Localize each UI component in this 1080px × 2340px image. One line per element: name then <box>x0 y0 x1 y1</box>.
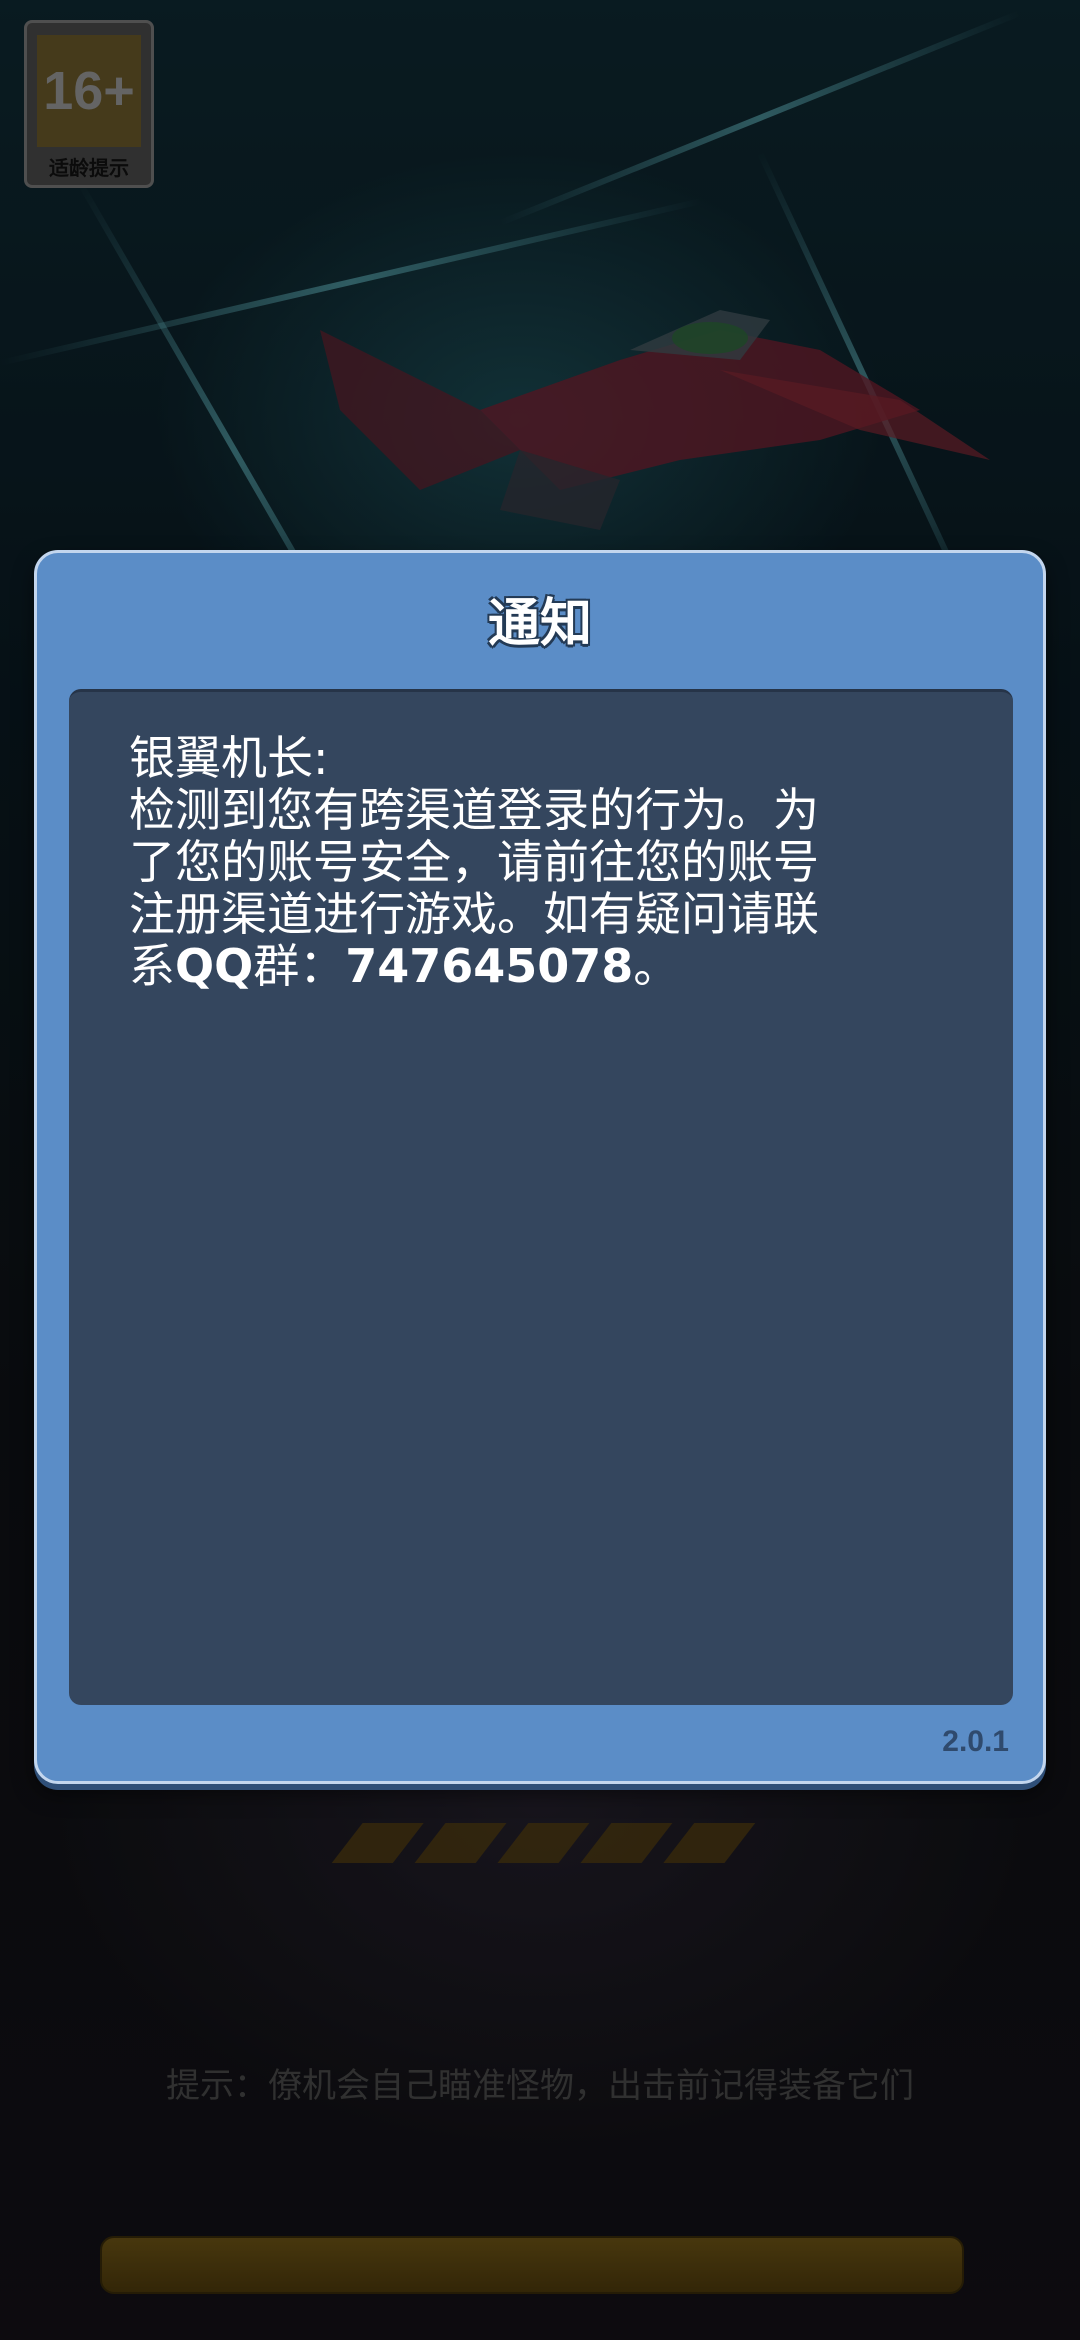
message-line: 检测到您有跨渠道登录的行为。为 <box>129 783 819 837</box>
qq-group-number: 747645078 <box>345 939 634 993</box>
notice-dialog: 通知 银翼机长: 检测到您有跨渠道登录的行为。为 了您的账号安全，请前往您的账号… <box>34 550 1046 1784</box>
dialog-body: 银翼机长: 检测到您有跨渠道登录的行为。为 了您的账号安全，请前往您的账号 注册… <box>69 689 1013 1705</box>
notice-message: 银翼机长: 检测到您有跨渠道登录的行为。为 了您的账号安全，请前往您的账号 注册… <box>129 732 959 992</box>
group-label: 群： <box>253 939 346 993</box>
dialog-title: 通知 <box>487 594 592 654</box>
message-line-contact: 系QQ群：747645078。 <box>129 940 959 992</box>
message-line: 了您的账号安全，请前往您的账号 <box>129 835 819 889</box>
qq-label: QQ <box>175 939 254 993</box>
message-prefix: 系 <box>129 939 175 993</box>
message-suffix: 。 <box>633 939 680 993</box>
version-label: 2.0.1 <box>942 1725 1009 1758</box>
message-line: 注册渠道进行游戏。如有疑问请联 <box>129 887 819 941</box>
message-line: 银翼机长: <box>129 731 329 785</box>
game-screen: 16+ 适龄提示 ▰▰▰▰▰ 提示：僚机会自己瞄准怪物，出击前记得装备它们 通知… <box>0 0 1080 2340</box>
